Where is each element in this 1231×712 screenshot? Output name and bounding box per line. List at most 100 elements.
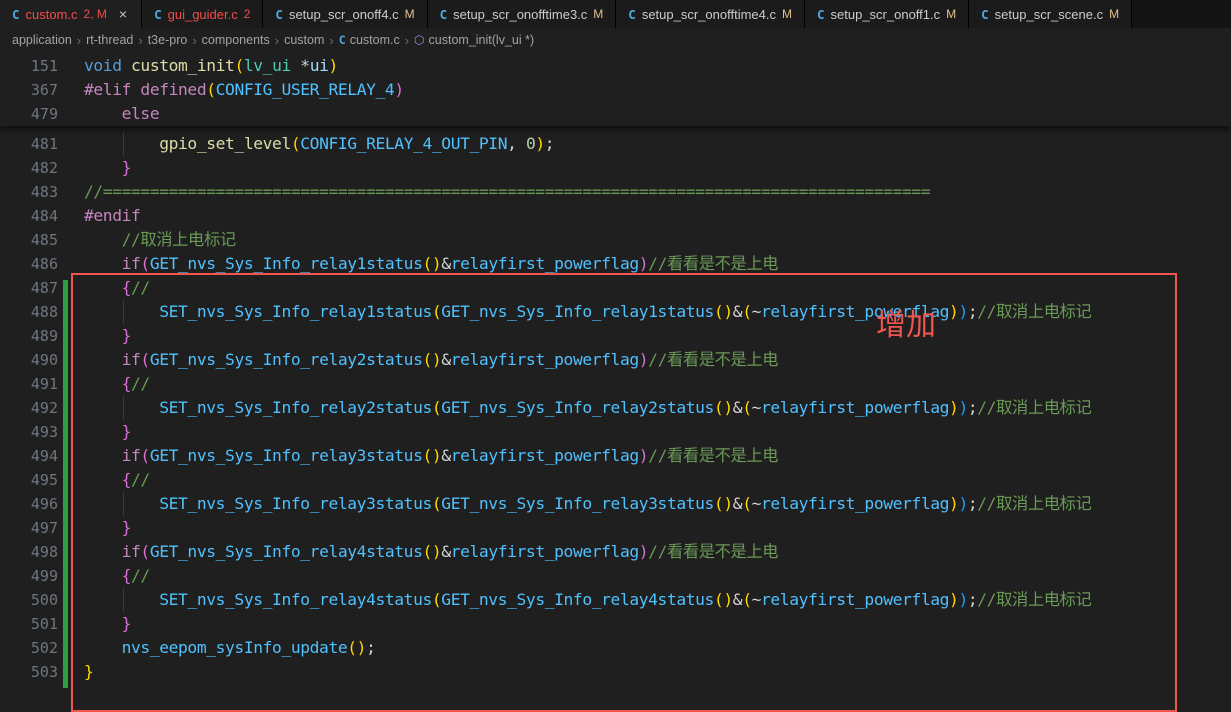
line-number[interactable]: 482: [0, 156, 58, 180]
line-number[interactable]: 483: [0, 180, 58, 204]
tab-setup_scr_scene.c[interactable]: Csetup_scr_scene.cM: [969, 0, 1132, 28]
line-number[interactable]: 490: [0, 348, 58, 372]
code-line-497[interactable]: 497 }: [0, 516, 1231, 540]
c-language-icon: C: [628, 7, 636, 22]
code-line-483[interactable]: 483 //===================================…: [0, 180, 1231, 204]
code-line-495[interactable]: 495 {//: [0, 468, 1231, 492]
indent-guide: [123, 396, 124, 420]
line-number[interactable]: 479: [0, 102, 58, 126]
code-line-482[interactable]: 482 }: [0, 156, 1231, 180]
tab-status-badge: M: [1109, 7, 1119, 21]
line-number[interactable]: 499: [0, 564, 58, 588]
sticky-scroll-lines[interactable]: 151void custom_init(lv_ui *ui)367#elif d…: [0, 52, 1231, 126]
breadcrumb-item-rt-thread[interactable]: rt-thread: [86, 33, 133, 47]
tab-custom.c[interactable]: Ccustom.c2, M×: [0, 0, 142, 28]
c-language-icon: C: [440, 7, 448, 22]
breadcrumb-separator: ›: [329, 33, 333, 48]
code-line-367[interactable]: 367#elif defined(CONFIG_USER_RELAY_4): [0, 78, 1231, 102]
code-text: if(GET_nvs_Sys_Info_relay4status()&relay…: [84, 540, 778, 564]
line-number[interactable]: 491: [0, 372, 58, 396]
indent-guide: [123, 300, 124, 324]
code-line-484[interactable]: 484 #endif: [0, 204, 1231, 228]
code-line-491[interactable]: 491 {//: [0, 372, 1231, 396]
c-language-icon: C: [12, 7, 20, 22]
tab-label: setup_scr_onofftime3.c: [453, 7, 587, 22]
code-lines[interactable]: 481 gpio_set_level(CONFIG_RELAY_4_OUT_PI…: [0, 126, 1231, 684]
code-line-489[interactable]: 489 }: [0, 324, 1231, 348]
code-text: #endif: [84, 204, 140, 228]
tab-setup_scr_onofftime4.c[interactable]: Csetup_scr_onofftime4.c M: [616, 0, 805, 28]
code-line-502[interactable]: 502 nvs_eepom_sysInfo_update();: [0, 636, 1231, 660]
line-number[interactable]: 492: [0, 396, 58, 420]
code-line-488[interactable]: 488 SET_nvs_Sys_Info_relay1status(GET_nv…: [0, 300, 1231, 324]
tab-status-badge: 2: [244, 7, 251, 21]
line-number[interactable]: 481: [0, 132, 58, 156]
line-number[interactable]: 495: [0, 468, 58, 492]
code-text: //取消上电标记: [84, 228, 236, 252]
code-line-479[interactable]: 479 else: [0, 102, 1231, 126]
line-number[interactable]: 367: [0, 78, 58, 102]
code-text: }: [84, 660, 93, 684]
breadcrumb-item-components[interactable]: components: [202, 33, 270, 47]
code-line-503[interactable]: 503}: [0, 660, 1231, 684]
close-icon[interactable]: ×: [117, 6, 129, 22]
code-line-485[interactable]: 485 //取消上电标记: [0, 228, 1231, 252]
line-number[interactable]: 151: [0, 54, 58, 78]
breadcrumb-item-custom.c[interactable]: Ccustom.c: [339, 33, 400, 47]
c-language-icon: C: [817, 7, 825, 22]
code-text: }: [84, 612, 131, 636]
line-number[interactable]: 488: [0, 300, 58, 324]
line-number[interactable]: 493: [0, 420, 58, 444]
code-line-500[interactable]: 500 SET_nvs_Sys_Info_relay4status(GET_nv…: [0, 588, 1231, 612]
line-number[interactable]: 498: [0, 540, 58, 564]
code-line-496[interactable]: 496 SET_nvs_Sys_Info_relay3status(GET_nv…: [0, 492, 1231, 516]
breadcrumb-item-t3e-pro[interactable]: t3e-pro: [148, 33, 188, 47]
line-number[interactable]: 501: [0, 612, 58, 636]
tab-setup_scr_onoff4.c[interactable]: Csetup_scr_onoff4.cM: [263, 0, 427, 28]
breadcrumb-separator: ›: [138, 33, 142, 48]
breadcrumb-item-application[interactable]: application: [12, 33, 72, 47]
line-number[interactable]: 503: [0, 660, 58, 684]
line-number[interactable]: 489: [0, 324, 58, 348]
code-editor[interactable]: 151void custom_init(lv_ui *ui)367#elif d…: [0, 52, 1231, 684]
code-line-494[interactable]: 494 if(GET_nvs_Sys_Info_relay3status()&r…: [0, 444, 1231, 468]
code-line-499[interactable]: 499 {//: [0, 564, 1231, 588]
code-line-492[interactable]: 492 SET_nvs_Sys_Info_relay2status(GET_nv…: [0, 396, 1231, 420]
line-number[interactable]: 497: [0, 516, 58, 540]
code-line-490[interactable]: 490 if(GET_nvs_Sys_Info_relay2status()&r…: [0, 348, 1231, 372]
line-number[interactable]: 496: [0, 492, 58, 516]
tab-label: setup_scr_onofftime4.c: [642, 7, 776, 22]
code-line-151[interactable]: 151void custom_init(lv_ui *ui): [0, 54, 1231, 78]
code-text: if(GET_nvs_Sys_Info_relay1status()&relay…: [84, 252, 778, 276]
line-number[interactable]: 502: [0, 636, 58, 660]
code-line-481[interactable]: 481 gpio_set_level(CONFIG_RELAY_4_OUT_PI…: [0, 132, 1231, 156]
line-number[interactable]: 486: [0, 252, 58, 276]
breadcrumb-item-custom[interactable]: custom: [284, 33, 324, 47]
tab-status-badge: M: [782, 7, 792, 21]
code-line-487[interactable]: 487 {//: [0, 276, 1231, 300]
line-number[interactable]: 485: [0, 228, 58, 252]
breadcrumb-separator: ›: [77, 33, 81, 48]
code-text: SET_nvs_Sys_Info_relay3status(GET_nvs_Sy…: [84, 492, 1091, 516]
indent-guide: [123, 492, 124, 516]
tab-setup_scr_onoff1.c[interactable]: Csetup_scr_onoff1.cM: [805, 0, 969, 28]
tab-gui_guider.c[interactable]: Cgui_guider.c2: [142, 0, 263, 28]
code-line-486[interactable]: 486 if(GET_nvs_Sys_Info_relay1status()&r…: [0, 252, 1231, 276]
breadcrumb-item-label: rt-thread: [86, 33, 133, 47]
code-line-493[interactable]: 493 }: [0, 420, 1231, 444]
code-text: {//: [84, 372, 150, 396]
breadcrumb: application › rt-thread › t3e-pro › components…: [0, 28, 1231, 52]
tab-setup_scr_onofftime3.c[interactable]: Csetup_scr_onofftime3.cM: [428, 0, 617, 28]
tab-label: setup_scr_onoff1.c: [831, 7, 941, 22]
line-number[interactable]: 484: [0, 204, 58, 228]
line-number[interactable]: 500: [0, 588, 58, 612]
git-added-gutter-indicator: [63, 280, 68, 688]
code-text: //======================================…: [84, 180, 930, 204]
breadcrumb-item-custom_init(lv_ui *)[interactable]: ⬡custom_init(lv_ui *): [414, 33, 534, 47]
breadcrumb-item-label: components: [202, 33, 270, 47]
code-line-498[interactable]: 498 if(GET_nvs_Sys_Info_relay4status()&r…: [0, 540, 1231, 564]
line-number[interactable]: 487: [0, 276, 58, 300]
code-line-501[interactable]: 501 }: [0, 612, 1231, 636]
c-language-icon: C: [339, 33, 346, 47]
line-number[interactable]: 494: [0, 444, 58, 468]
